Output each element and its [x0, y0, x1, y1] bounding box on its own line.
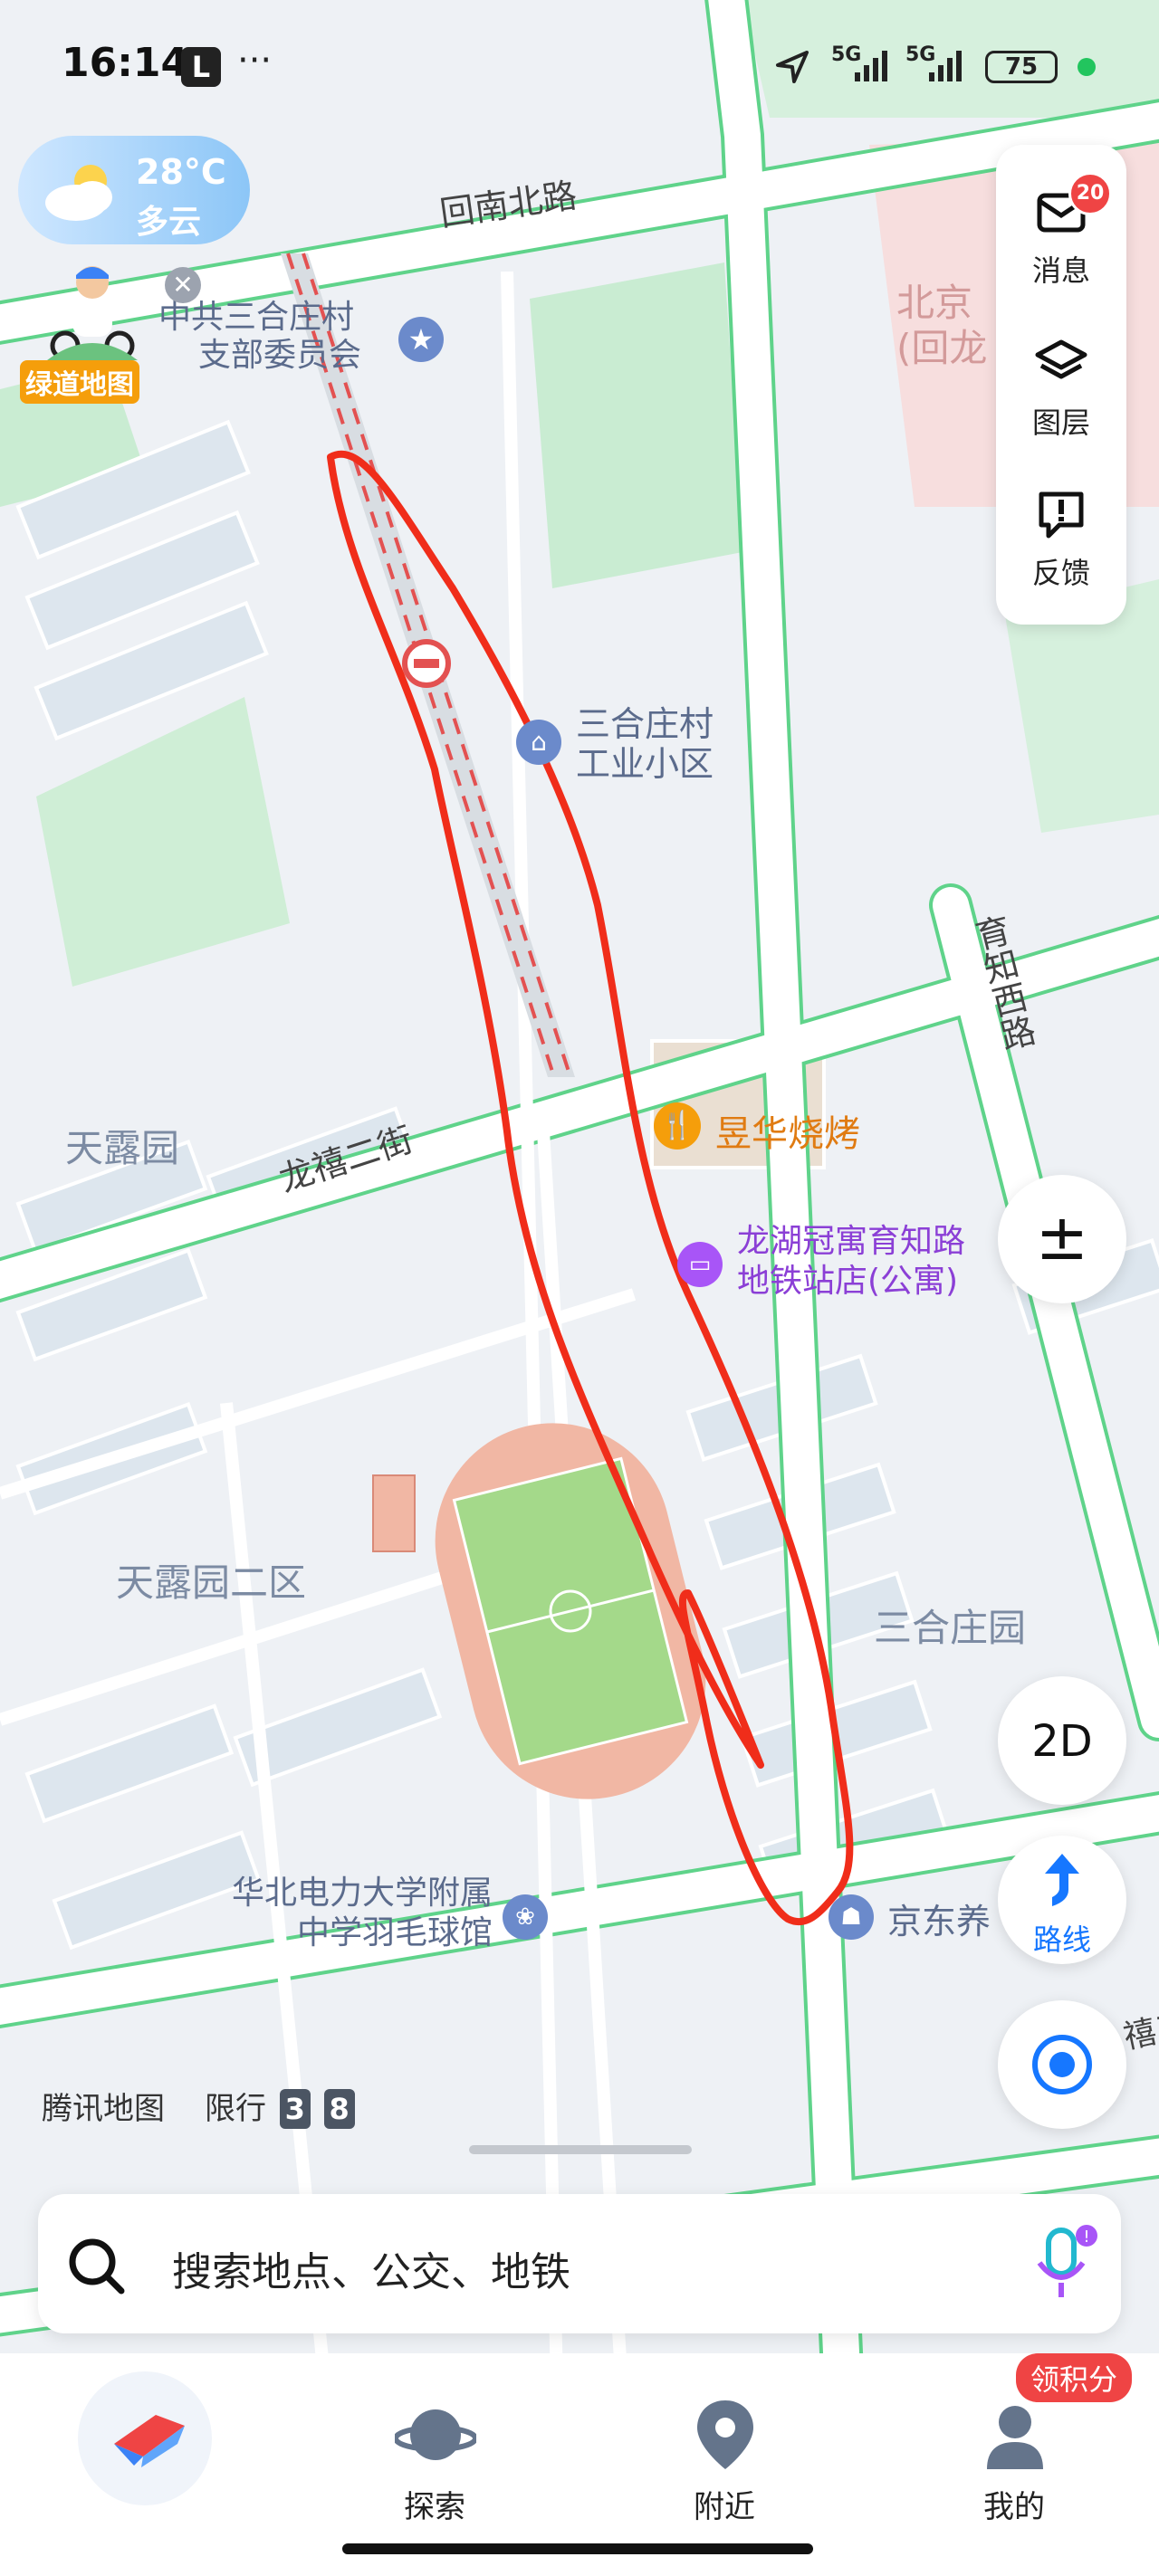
messages-label: 消息	[1031, 253, 1090, 288]
locate-button[interactable]	[998, 2000, 1126, 2129]
feedback-label: 反馈	[1031, 556, 1090, 590]
search-icon	[69, 2238, 125, 2295]
weather-condition: 多云	[136, 204, 202, 241]
area-tianluyuan: 天露园	[65, 1126, 180, 1170]
nav-nearby-label: 附近	[694, 2489, 755, 2525]
battery-indicator: 75	[985, 51, 1058, 83]
feedback-icon	[1039, 491, 1084, 539]
traffic-restriction[interactable]: 限行 3 8	[205, 2084, 355, 2129]
poi-hospital[interactable]: 北京 (回龙 区)	[896, 281, 1076, 371]
search-input[interactable]: 搜索地点、公交、地铁	[172, 2239, 570, 2297]
weather-temp: 28°C	[136, 152, 226, 192]
svg-text:!: !	[1083, 2228, 1089, 2247]
poi-name: 龙湖冠寓育知路	[737, 1223, 966, 1260]
map-canvas[interactable]	[0, 0, 1159, 2576]
route-label: 路线	[1032, 1922, 1091, 1957]
sheet-drag-handle[interactable]	[469, 2145, 692, 2154]
poi-name: 北京	[896, 281, 973, 325]
location-arrow-icon	[776, 51, 809, 83]
search-bar[interactable]: 搜索地点、公交、地铁 !	[38, 2194, 1121, 2333]
poi-name-2: 支部委员会	[198, 337, 362, 374]
poi-longhu-apartment[interactable]: 龙湖冠寓育知路 地铁站店(公寓)	[737, 1222, 965, 1302]
close-icon[interactable]: ✕	[165, 267, 201, 303]
poi-name: 中共三合庄村	[158, 299, 355, 336]
more-notifications: ···	[237, 40, 273, 81]
restriction-number: 3	[279, 2089, 311, 2129]
status-bar: 16:14 L ··· 5G 5G 75	[0, 0, 1159, 136]
voice-mic-icon[interactable]: !	[1030, 2223, 1099, 2304]
greenway-map-button[interactable]: 绿道地图	[20, 262, 156, 404]
points-badge[interactable]: 领积分	[1016, 2353, 1133, 2402]
poi-jingdong[interactable]: 京东养	[887, 1894, 991, 1943]
poi-name-2: 中学羽毛球馆	[296, 1914, 493, 1951]
map-provider-logo: 腾讯地图	[42, 2091, 165, 2127]
weather-widget[interactable]: 28°C 多云	[18, 136, 250, 244]
hotel-icon: ▭	[677, 1242, 723, 1287]
map-mode-label: 2D	[1031, 1716, 1093, 1767]
poi-name: 华北电力大学附属	[231, 1875, 493, 1912]
privacy-dot	[1078, 58, 1096, 76]
poi-name: 三合庄村	[576, 704, 714, 744]
greenway-label: 绿道地图	[20, 360, 139, 404]
planet-icon	[395, 2409, 476, 2460]
side-tool-panel: 消息 图层 反馈	[996, 145, 1126, 625]
app-notification-icon: L	[181, 47, 221, 87]
route-button[interactable]: 路线	[998, 1836, 1126, 1964]
nav-profile-label: 我的	[983, 2489, 1045, 2525]
poi-party-committee[interactable]: 中共三合庄村 支部委员会	[158, 299, 361, 375]
cyclist-icon	[47, 266, 138, 361]
star-icon: ★	[398, 317, 444, 362]
poi-badminton-hall[interactable]: 华北电力大学附属 中学羽毛球馆	[192, 1874, 493, 1953]
status-time: 16:14	[62, 40, 189, 86]
person-icon	[987, 2406, 1043, 2469]
building-icon: ⌂	[516, 720, 561, 765]
zoom-label: ±	[1035, 1200, 1089, 1274]
poi-name-2: 工业小区	[576, 744, 714, 784]
locate-icon	[1032, 2035, 1092, 2094]
home-logo-icon	[114, 2415, 185, 2467]
location-pin-icon	[697, 2400, 753, 2469]
poi-industrial-zone[interactable]: 三合庄村 工业小区	[576, 704, 714, 784]
care-icon: ☗	[829, 1894, 874, 1940]
layers-label: 图层	[1031, 405, 1090, 440]
layers-icon	[1035, 339, 1087, 379]
partly-cloudy-icon	[45, 165, 112, 221]
restriction-number: 8	[323, 2089, 355, 2129]
signal-icon	[855, 51, 891, 83]
zoom-button[interactable]: ±	[998, 1175, 1126, 1303]
poi-name-2: 地铁站店(公寓)	[737, 1263, 959, 1300]
home-indicator[interactable]	[342, 2543, 813, 2554]
route-arrow-icon	[1045, 1854, 1079, 1906]
map-mode-toggle[interactable]: 2D	[998, 1676, 1126, 1805]
nav-explore-label: 探索	[404, 2489, 465, 2525]
poi-yuhua-bbq[interactable]: 昱华烧烤	[715, 1104, 860, 1157]
signal-icon-2	[929, 51, 965, 83]
restaurant-icon: 🍴	[654, 1102, 701, 1150]
area-tianluyuan-2: 天露园二区	[116, 1560, 307, 1605]
poi-name-2: (回龙	[896, 326, 988, 370]
area-sanhezhuangyuan: 三合庄园	[874, 1606, 1027, 1650]
school-icon: ❀	[503, 1894, 548, 1940]
restriction-label: 限行	[205, 2091, 266, 2127]
message-count-badge: 20	[1068, 172, 1112, 215]
